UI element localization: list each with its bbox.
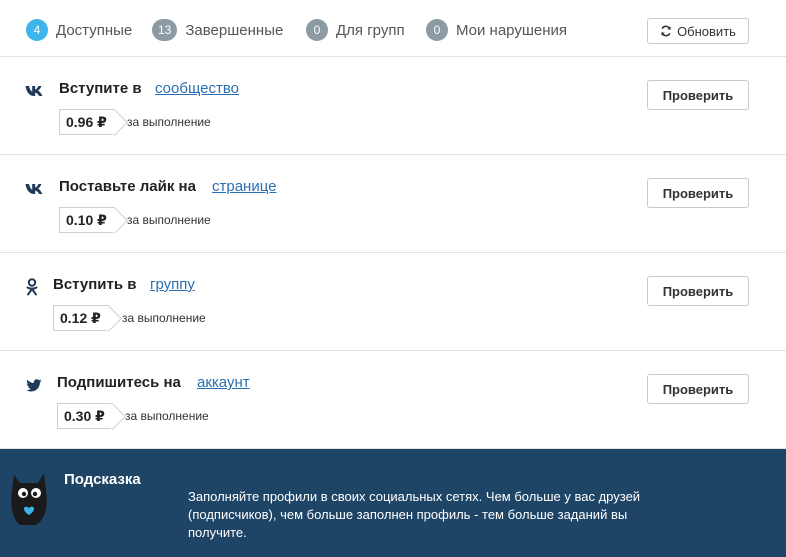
price-tag: 0.10 ₽ <box>59 207 115 233</box>
price-tag: 0.96 ₽ <box>59 109 115 135</box>
task-row: Вступите в сообщество 0.96 ₽ за выполнен… <box>0 57 786 155</box>
price-value: 0.96 ₽ <box>66 113 107 130</box>
task-link[interactable]: аккаунт <box>197 374 250 391</box>
task-link[interactable]: сообщество <box>155 80 239 97</box>
check-button[interactable]: Проверить <box>647 374 749 404</box>
check-button[interactable]: Проверить <box>647 178 749 208</box>
mascot-icon <box>11 473 47 525</box>
task-link[interactable]: странице <box>212 178 276 195</box>
price-note: за выполнение <box>125 409 209 423</box>
check-button[interactable]: Проверить <box>647 80 749 110</box>
vk-icon <box>25 181 45 197</box>
hint-title: Подсказка <box>64 471 141 488</box>
tab-for-groups[interactable]: 0 Для групп <box>306 18 405 42</box>
price-note: за выполнение <box>122 311 206 325</box>
task-title: Подпишитесь на <box>57 374 181 391</box>
tab-count-badge: 13 <box>152 19 178 41</box>
tab-label: Завершенные <box>185 21 284 39</box>
tab-my-violations[interactable]: 0 Мои нарушения <box>426 18 567 42</box>
tab-label: Доступные <box>56 21 133 39</box>
price-value: 0.12 ₽ <box>60 309 101 326</box>
tab-available[interactable]: 4 Доступные <box>26 18 132 42</box>
price-tag: 0.30 ₽ <box>57 403 113 429</box>
task-row: Поставьте лайк на странице 0.10 ₽ за вып… <box>0 155 786 253</box>
price-note: за выполнение <box>127 213 211 227</box>
twitter-icon <box>24 377 44 393</box>
refresh-label: Обновить <box>677 23 736 39</box>
tab-completed[interactable]: 13 Завершенные <box>152 18 283 42</box>
tabs-bar: 4 Доступные 13 Завершенные 0 Для групп 0… <box>0 0 786 57</box>
task-title: Вступить в <box>53 276 137 293</box>
task-title: Вступите в <box>59 80 142 97</box>
price-value: 0.10 ₽ <box>66 211 107 228</box>
refresh-icon <box>661 25 671 37</box>
task-title: Поставьте лайк на <box>59 178 196 195</box>
tab-label: Мои нарушения <box>456 21 568 39</box>
odnoklassniki-icon <box>22 278 42 296</box>
price-value: 0.30 ₽ <box>64 407 105 424</box>
vk-icon <box>25 83 45 99</box>
tab-label: Для групп <box>336 21 405 39</box>
tab-count-badge: 4 <box>26 19 48 41</box>
hint-panel: Подсказка Заполняйте профили в своих соц… <box>0 449 786 557</box>
task-row: Вступить в группу 0.12 ₽ за выполнение П… <box>0 253 786 351</box>
tab-count-badge: 0 <box>426 19 448 41</box>
price-tag: 0.12 ₽ <box>53 305 109 331</box>
task-link[interactable]: группу <box>150 276 195 293</box>
check-button[interactable]: Проверить <box>647 276 749 306</box>
price-note: за выполнение <box>127 115 211 129</box>
task-row: Подпишитесь на аккаунт 0.30 ₽ за выполне… <box>0 351 786 449</box>
tab-count-badge: 0 <box>306 19 328 41</box>
hint-text: Заполняйте профили в своих социальных се… <box>188 489 641 540</box>
refresh-button[interactable]: Обновить <box>647 18 749 44</box>
